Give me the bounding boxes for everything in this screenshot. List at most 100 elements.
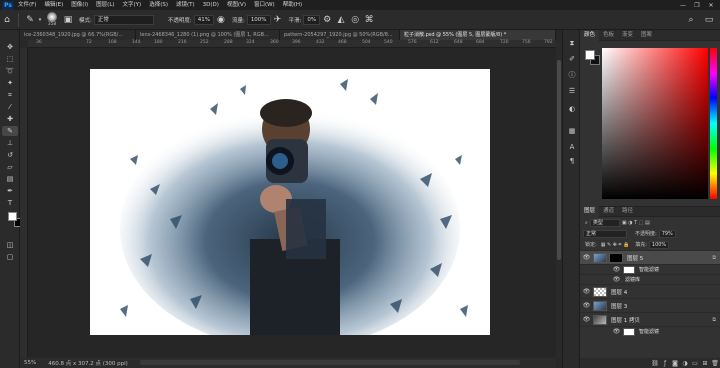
info-icon[interactable]: ⓘ bbox=[567, 70, 577, 80]
character-icon[interactable]: A bbox=[567, 142, 577, 152]
eye-icon[interactable]: 👁 bbox=[582, 316, 591, 323]
foreground-color-chip[interactable] bbox=[585, 50, 595, 60]
gear-icon[interactable]: ⚙ bbox=[320, 13, 334, 27]
lock-icons[interactable]: ▦ ✎ ✥ ⌗ 🔒 bbox=[601, 242, 630, 248]
menu-type[interactable]: 文字(Y) bbox=[119, 0, 146, 10]
new-layer-icon[interactable]: ⊞ bbox=[700, 360, 710, 367]
tab-swatches[interactable]: 色板 bbox=[599, 30, 618, 41]
filter-icons[interactable]: ▣ ◑ T ⬚ ▤ bbox=[622, 220, 650, 226]
pressure-size-icon[interactable]: ◎ bbox=[348, 13, 362, 27]
angle-icon[interactable]: ◭ bbox=[334, 13, 348, 27]
symmetry-icon[interactable]: ⌘ bbox=[362, 13, 376, 27]
document-canvas[interactable] bbox=[90, 69, 490, 335]
menu-layer[interactable]: 图层(L) bbox=[92, 0, 118, 10]
brush-preset-picker[interactable]: 358 bbox=[47, 12, 57, 27]
horizontal-scrollbar[interactable] bbox=[140, 360, 520, 365]
adjustment-layer-icon[interactable]: ◑ bbox=[680, 360, 690, 367]
hue-slider[interactable] bbox=[710, 48, 717, 199]
quick-mask-icon[interactable]: ◫ bbox=[2, 240, 18, 250]
tab-pattern-jpg[interactable]: pattern-2054297_1920.jpg @ 50%(RGB/8... bbox=[280, 30, 400, 40]
tab-particle-psd[interactable]: 粒子消散.psd @ 55% (图层 5, 图层蒙版/8) * bbox=[400, 30, 556, 40]
zoom-level[interactable]: 55% bbox=[24, 360, 36, 366]
layer-row[interactable]: 👁 图层 4 bbox=[580, 284, 720, 298]
paragraph-icon[interactable]: ¶ bbox=[567, 156, 577, 166]
layer-opacity-field[interactable]: 79% bbox=[658, 229, 676, 238]
opacity-field[interactable]: 41% bbox=[193, 14, 214, 25]
eye-icon[interactable]: 👁 bbox=[612, 266, 621, 273]
brush-settings-icon[interactable]: ▣ bbox=[61, 13, 75, 27]
eye-icon[interactable]: 👁 bbox=[582, 288, 591, 295]
airbrush-icon[interactable]: ✈ bbox=[271, 13, 285, 27]
chevron-down-icon[interactable]: ▾ bbox=[37, 13, 43, 27]
close-button[interactable]: ✕ bbox=[704, 2, 718, 9]
flow-field[interactable]: 100% bbox=[246, 14, 271, 25]
minimize-button[interactable]: — bbox=[676, 2, 690, 9]
screen-mode-icon[interactable]: ▢ bbox=[2, 252, 18, 262]
blend-mode-select[interactable]: 正常 bbox=[583, 229, 627, 238]
smart-filters-row[interactable]: 👁 智能滤镜 bbox=[580, 264, 720, 274]
properties-icon[interactable]: ☰ bbox=[567, 86, 577, 96]
layer-kind-filter[interactable]: 类型 bbox=[589, 218, 620, 227]
eyedropper-tool-icon[interactable]: ⁄ bbox=[2, 102, 18, 112]
gradient-tool-icon[interactable]: ▤ bbox=[2, 174, 18, 184]
restore-button[interactable]: ❐ bbox=[690, 2, 704, 9]
foreground-color-swatch[interactable] bbox=[8, 212, 17, 221]
menu-file[interactable]: 文件(F) bbox=[14, 0, 40, 10]
tab-gradients[interactable]: 渐变 bbox=[618, 30, 637, 41]
layer-row[interactable]: 👁 图层 3 bbox=[580, 298, 720, 312]
new-group-icon[interactable]: ▭ bbox=[690, 360, 700, 367]
brush-tool-icon[interactable]: ✎ bbox=[23, 13, 37, 27]
healing-tool-icon[interactable]: ✚ bbox=[2, 114, 18, 124]
search-icon[interactable]: ⌕ bbox=[684, 13, 698, 27]
menu-edit[interactable]: 编辑(E) bbox=[40, 0, 67, 10]
home-icon[interactable]: ⌂ bbox=[0, 13, 14, 27]
menu-window[interactable]: 窗口(W) bbox=[250, 0, 279, 10]
brush-presets-icon[interactable]: ✐ bbox=[567, 54, 577, 64]
link-icon[interactable]: ⛓ bbox=[650, 360, 660, 367]
tab-color[interactable]: 颜色 bbox=[580, 29, 600, 41]
tab-channels[interactable]: 通道 bbox=[599, 206, 618, 217]
history-brush-tool-icon[interactable]: ↺ bbox=[2, 150, 18, 160]
tab-layers[interactable]: 图层 bbox=[580, 206, 600, 217]
eraser-tool-icon[interactable]: ▱ bbox=[2, 162, 18, 172]
lasso-tool-icon[interactable]: ➰ bbox=[2, 66, 18, 76]
marquee-tool-icon[interactable]: ⬚ bbox=[2, 54, 18, 64]
canvas-area[interactable] bbox=[28, 48, 556, 358]
adjustments-icon[interactable]: ◐ bbox=[567, 104, 577, 114]
scroll-thumb[interactable] bbox=[557, 60, 561, 260]
layer-row[interactable]: 👁 图层 1 拷贝 ⧉ bbox=[580, 312, 720, 326]
smoothing-field[interactable]: 0% bbox=[303, 14, 321, 25]
crop-tool-icon[interactable]: ⌗ bbox=[2, 90, 18, 100]
quick-select-tool-icon[interactable]: ✦ bbox=[2, 78, 18, 88]
smart-filters-row[interactable]: 👁 智能滤镜 bbox=[580, 326, 720, 336]
color-picker-field[interactable] bbox=[602, 48, 708, 199]
trash-icon[interactable]: 🗑 bbox=[710, 360, 720, 367]
filter-gallery-row[interactable]: 👁 滤镜库 bbox=[580, 274, 720, 284]
menu-3d[interactable]: 3D(D) bbox=[199, 0, 223, 10]
brush-tool-icon[interactable]: ✎ bbox=[2, 126, 18, 136]
type-tool-icon[interactable]: T bbox=[2, 198, 18, 208]
tab-ice-jpg[interactable]: ice-2360348_1920.jpg @ 66.7%(RGB/... bbox=[20, 30, 136, 40]
eye-icon[interactable]: 👁 bbox=[582, 254, 591, 261]
pressure-opacity-icon[interactable]: ◉ bbox=[214, 13, 228, 27]
history-icon[interactable]: ⧗ bbox=[567, 38, 577, 48]
tab-paths[interactable]: 路径 bbox=[618, 206, 637, 217]
move-tool-icon[interactable]: ✥ bbox=[2, 42, 18, 52]
tab-lens-png[interactable]: lens-2468346_1280 (1).png @ 100% (图层 1, … bbox=[136, 30, 280, 40]
menu-image[interactable]: 图像(I) bbox=[67, 0, 92, 10]
eye-icon[interactable]: 👁 bbox=[612, 276, 621, 283]
fx-icon[interactable]: ƒ bbox=[660, 360, 670, 367]
menu-filter[interactable]: 滤镜(T) bbox=[172, 0, 199, 10]
libraries-icon[interactable]: ▦ bbox=[567, 126, 577, 136]
add-mask-icon[interactable]: ◙ bbox=[670, 360, 680, 367]
stamp-tool-icon[interactable]: ⊥ bbox=[2, 138, 18, 148]
menu-help[interactable]: 帮助(H) bbox=[279, 0, 306, 10]
menu-view[interactable]: 视图(V) bbox=[223, 0, 250, 10]
menu-select[interactable]: 选择(S) bbox=[145, 0, 172, 10]
workspace-icon[interactable]: ▭ bbox=[702, 13, 716, 27]
tab-patterns[interactable]: 图案 bbox=[637, 30, 656, 41]
eye-icon[interactable]: 👁 bbox=[582, 302, 591, 309]
pen-tool-icon[interactable]: ✒ bbox=[2, 186, 18, 196]
layer-fill-field[interactable]: 100% bbox=[648, 240, 670, 249]
eye-icon[interactable]: 👁 bbox=[612, 328, 621, 335]
